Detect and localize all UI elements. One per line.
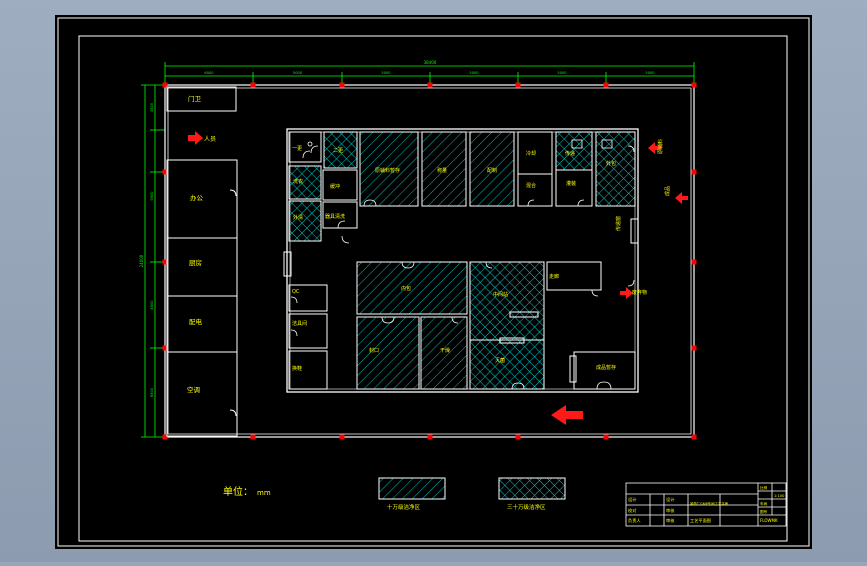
top-dimension-4: 5000 [557, 71, 567, 75]
tb-lead: 负责人 [628, 517, 641, 524]
floor-plan-drawing: 38400 6000 5000 5000 5000 5000 5000 24000 350… [55, 15, 812, 549]
staff-in-label: 人员 [204, 136, 216, 143]
top-dimension-0: 6000 [204, 71, 214, 75]
label-wash: 洗衣 [293, 178, 303, 185]
column-11 [603, 434, 609, 440]
label-fill: 灌装 [566, 180, 576, 187]
hvac-room-label: 空调 [187, 385, 200, 394]
left-dimension-0: 3500 [150, 102, 154, 112]
tb-design-2: 设计 [666, 496, 674, 503]
column-4 [339, 82, 345, 88]
label-inner: 内包 [401, 285, 411, 292]
room-sterile[interactable] [469, 339, 545, 390]
left-dimension-3: 6500 [150, 387, 154, 397]
label-qc: QC [292, 289, 300, 295]
label-buffer: 缓冲 [330, 183, 340, 190]
room-outer[interactable] [288, 200, 322, 242]
left-overall-dimension-text: 24000 [139, 254, 144, 267]
label-change2: 二更 [333, 148, 343, 154]
tb-review: 审核 [666, 507, 675, 514]
tb-scale-value: 1:100 [774, 494, 785, 498]
overall-dimension-text: 38400 [424, 60, 437, 65]
column-13 [691, 434, 697, 440]
label-pass-a: 传递 [565, 150, 575, 157]
column-19 [691, 345, 697, 351]
label-finished: 成品暂存 [596, 364, 616, 371]
power-room-label: 配电 [189, 317, 203, 326]
waste-out-label: 废弃物 [632, 289, 647, 296]
left-dimension-2: 4500 [150, 300, 154, 310]
legend-swatch-300k [498, 477, 566, 500]
column-5 [339, 434, 345, 440]
tb-workshop: 车间 [760, 501, 768, 506]
tb-check: 校对 [628, 507, 636, 514]
guard-room-label: 门卫 [188, 94, 202, 103]
room-inner[interactable] [356, 261, 468, 315]
column-8 [515, 82, 521, 88]
legend-label-100k: 十万级洁净区 [387, 503, 421, 511]
office-room-label: 办公 [190, 193, 204, 202]
label-cool: 冷却 [526, 150, 536, 157]
column-17 [691, 259, 697, 265]
tb-drawno-label: 图号 [760, 509, 768, 514]
label-shoes: 换鞋 [292, 365, 302, 372]
product-out-label: 成品 [664, 186, 671, 196]
label-prep: 配制 [487, 167, 497, 174]
label-change1: 一更 [292, 146, 302, 152]
label-corridor: 走廊 [549, 273, 559, 280]
cad-viewport[interactable]: 38400 6000 5000 5000 5000 5000 5000 24000 350… [0, 0, 867, 562]
legend-label-300k: 三十万级洁净区 [507, 503, 546, 511]
label-dry: 干燥 [440, 347, 450, 354]
label-weigh: 称量 [437, 167, 447, 174]
unit-value: mm [257, 489, 271, 497]
tb-scale-label: 比例 [760, 485, 768, 490]
column-3 [250, 434, 256, 440]
tb-design: 设计 [628, 496, 636, 503]
top-dimension-1: 5000 [293, 71, 303, 75]
label-tools: 器具清洗 [325, 213, 345, 220]
column-15 [691, 169, 697, 175]
tb-review-2: 审核 [666, 517, 675, 524]
top-dimension-5: 5000 [645, 71, 655, 75]
left-dimension-1: 9500 [150, 191, 154, 201]
tb-drawing-no: FLOWMK [760, 518, 778, 523]
tb-project-name: 某药厂GMP车间工艺平面 [690, 501, 729, 506]
legend-swatch-100k [378, 477, 446, 500]
label-seal: 封口 [369, 347, 379, 354]
label-cleantool: 洁具间 [292, 320, 307, 327]
column-12 [691, 82, 697, 88]
label-pass: 传递窗 [615, 216, 622, 231]
column-2 [250, 82, 256, 88]
top-dimension-2: 5000 [381, 71, 391, 75]
top-dimension-3: 5000 [469, 71, 479, 75]
kitchen-room-label: 厨房 [189, 258, 202, 267]
column-6 [427, 82, 433, 88]
label-semi: 中间站 [493, 291, 508, 298]
room-seal[interactable] [356, 316, 420, 390]
column-7 [427, 434, 433, 440]
label-outer: 外清 [293, 214, 303, 221]
material-in-label: 原辅料 [657, 139, 664, 154]
room-semi[interactable] [469, 261, 545, 341]
label-sterile: 灭菌 [495, 357, 505, 364]
column-10 [603, 82, 609, 88]
unit-label: 单位： [223, 485, 253, 498]
label-mix: 混合 [526, 182, 536, 189]
label-pack: 外包 [606, 160, 616, 167]
label-storage: 原辅料暂存 [375, 167, 400, 174]
column-9 [515, 434, 521, 440]
